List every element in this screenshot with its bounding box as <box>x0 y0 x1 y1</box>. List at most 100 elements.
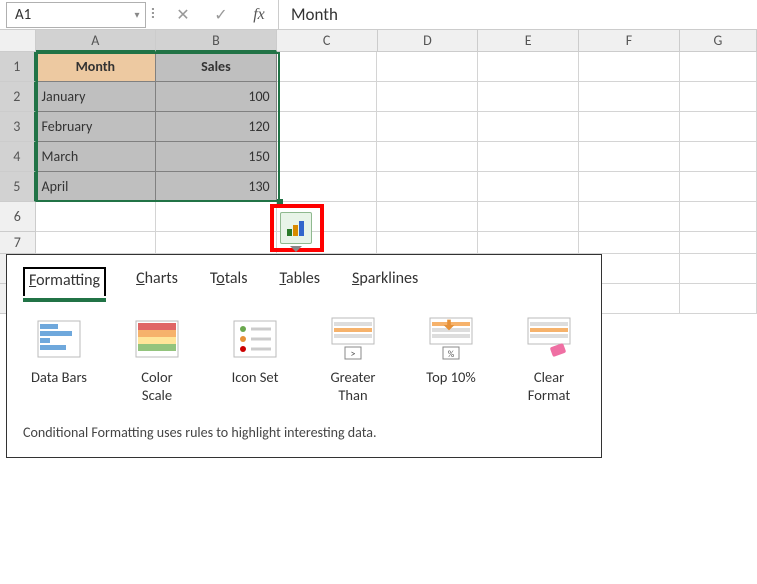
row-header-6[interactable]: 6 <box>0 202 36 232</box>
clear-format-icon <box>526 318 572 360</box>
cell-g6[interactable] <box>680 202 757 232</box>
cell-d4[interactable] <box>377 142 478 172</box>
cell-b2[interactable]: 100 <box>156 82 277 112</box>
row-header-1[interactable]: 1 <box>0 52 36 82</box>
row-header-2[interactable]: 2 <box>0 82 36 112</box>
item-clear-format[interactable]: Clear Format <box>513 318 585 404</box>
cell-g17[interactable] <box>680 284 757 314</box>
cell-c2[interactable] <box>277 82 378 112</box>
item-greater-than[interactable]: > Greater Than <box>317 318 389 404</box>
cell-c5[interactable] <box>277 172 378 202</box>
cell-b6[interactable] <box>156 202 277 232</box>
cell-a2[interactable]: January <box>36 82 157 112</box>
item-icon-set[interactable]: Icon Set <box>219 318 291 404</box>
cell-f1[interactable] <box>579 52 680 82</box>
tab-totals[interactable]: Totals <box>208 267 250 296</box>
cell-a7[interactable] <box>36 232 157 254</box>
item-top-10[interactable]: % Top 10% <box>415 318 487 404</box>
cell-f3[interactable] <box>579 112 680 142</box>
col-header-e[interactable]: E <box>478 30 579 52</box>
cell-e1[interactable] <box>478 52 579 82</box>
col-header-a[interactable]: A <box>36 30 157 52</box>
cell-e6[interactable] <box>478 202 579 232</box>
quick-analysis-caret-icon <box>290 246 302 252</box>
col-header-c[interactable]: C <box>277 30 378 52</box>
data-bars-icon <box>36 318 82 360</box>
cell-b3[interactable]: 120 <box>156 112 277 142</box>
quick-analysis-icon <box>286 219 306 237</box>
cell-f6[interactable] <box>579 202 680 232</box>
top-10-icon: % <box>428 318 474 360</box>
cell-c3[interactable] <box>277 112 378 142</box>
cell-g16[interactable] <box>680 254 757 284</box>
cell-e3[interactable] <box>478 112 579 142</box>
name-box-dropdown-icon[interactable]: ▾ <box>129 8 145 21</box>
cell-e2[interactable] <box>478 82 579 112</box>
row-3: 3 February 120 <box>0 112 757 142</box>
formula-input[interactable]: Month <box>278 0 757 29</box>
cell-d3[interactable] <box>377 112 478 142</box>
cell-g3[interactable] <box>680 112 757 142</box>
cell-b7[interactable] <box>156 232 277 254</box>
col-header-f[interactable]: F <box>579 30 680 52</box>
item-color-scale[interactable]: Color Scale <box>121 318 193 404</box>
tab-formatting[interactable]: Formatting <box>23 267 106 296</box>
popup-hint: Conditional Formatting uses rules to hig… <box>23 424 585 441</box>
name-box[interactable]: A1 ▾ <box>6 2 146 28</box>
cell-d5[interactable] <box>377 172 478 202</box>
item-label: Color Scale <box>141 368 172 404</box>
row-header-3[interactable]: 3 <box>0 112 36 142</box>
fill-handle[interactable] <box>277 199 283 205</box>
enter-formula-icon[interactable]: ✓ <box>202 5 240 25</box>
col-header-b[interactable]: B <box>156 30 277 52</box>
color-scale-icon <box>134 318 180 360</box>
cell-c1[interactable] <box>277 52 378 82</box>
cell-f7[interactable] <box>579 232 680 254</box>
separator: ⠇ <box>146 6 164 23</box>
cell-d1[interactable] <box>377 52 478 82</box>
cell-b5[interactable]: 130 <box>156 172 277 202</box>
row-header-5[interactable]: 5 <box>0 172 36 202</box>
cell-f2[interactable] <box>579 82 680 112</box>
tab-charts[interactable]: Charts <box>134 267 180 296</box>
row-header-7[interactable]: 7 <box>0 232 36 254</box>
row-header-4[interactable]: 4 <box>0 142 36 172</box>
row-2: 2 January 100 <box>0 82 757 112</box>
svg-text:>: > <box>351 347 356 360</box>
insert-function-icon[interactable]: fx <box>240 6 278 24</box>
cell-a3[interactable]: February <box>36 112 157 142</box>
tab-sparklines[interactable]: Sparklines <box>350 267 420 296</box>
spreadsheet-grid: A B C D E F G 1 Month Sales 2 January 10… <box>0 30 757 314</box>
quick-analysis-button[interactable] <box>280 212 312 244</box>
item-data-bars[interactable]: Data Bars <box>23 318 95 404</box>
cell-g1[interactable] <box>680 52 757 82</box>
cell-b4[interactable]: 150 <box>156 142 277 172</box>
cell-a1[interactable]: Month <box>36 52 157 82</box>
cell-b1[interactable]: Sales <box>156 52 277 82</box>
row-6: 6 <box>0 202 757 232</box>
cell-g5[interactable] <box>680 172 757 202</box>
cell-a5[interactable]: April <box>36 172 157 202</box>
cell-e5[interactable] <box>478 172 579 202</box>
cell-c4[interactable] <box>277 142 378 172</box>
select-all-corner[interactable] <box>0 30 36 52</box>
popup-tabs: Formatting Charts Totals Tables Sparklin… <box>23 267 585 296</box>
cell-d6[interactable] <box>377 202 478 232</box>
tab-tables[interactable]: Tables <box>277 267 322 296</box>
cell-d2[interactable] <box>377 82 478 112</box>
col-header-d[interactable]: D <box>378 30 479 52</box>
cell-g4[interactable] <box>680 142 757 172</box>
cell-e4[interactable] <box>478 142 579 172</box>
cancel-formula-icon[interactable]: ✕ <box>164 5 202 25</box>
cell-e7[interactable] <box>478 232 579 254</box>
popup-items: Data Bars Color Scale Icon Set > Greater… <box>23 318 585 404</box>
cell-a6[interactable] <box>36 202 157 232</box>
cell-a4[interactable]: March <box>36 142 157 172</box>
cell-f4[interactable] <box>579 142 680 172</box>
col-header-g[interactable]: G <box>680 30 757 52</box>
cell-g7[interactable] <box>680 232 757 254</box>
name-box-value: A1 <box>7 6 129 24</box>
cell-g2[interactable] <box>680 82 757 112</box>
cell-d7[interactable] <box>377 232 478 254</box>
cell-f5[interactable] <box>579 172 680 202</box>
